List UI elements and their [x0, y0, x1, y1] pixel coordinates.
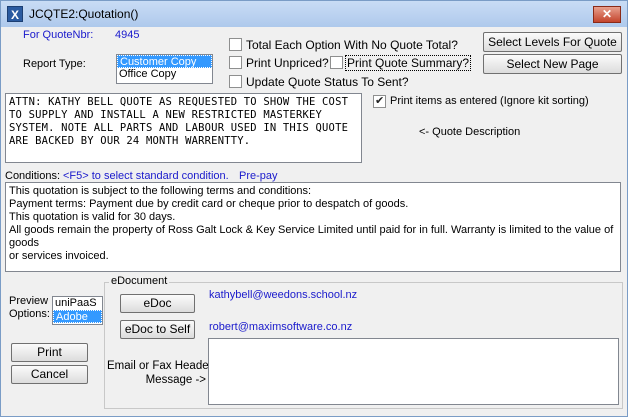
select-levels-button[interactable]: Select Levels For Quote [483, 32, 622, 52]
quotation-window: X JCQTE2:Quotation() ✕ For QuoteNbr: 494… [0, 0, 628, 417]
edoc-self-button[interactable]: eDoc to Self [120, 320, 195, 339]
conditions-hint: <F5> to select standard condition. [63, 170, 229, 182]
update-status-checkbox[interactable] [229, 75, 242, 88]
print-as-entered-label: Print items as entered (Ignore kit sorti… [390, 95, 589, 107]
report-type-option-office[interactable]: Office Copy [117, 68, 212, 81]
total-each-option-checkbox[interactable] [229, 38, 242, 51]
edoc-email-self: robert@maximsoftware.co.nz [209, 321, 353, 333]
print-button[interactable]: Print [11, 343, 88, 362]
window-title: JCQTE2:Quotation() [29, 7, 139, 21]
quote-description-field[interactable]: ATTN: KATHY BELL QUOTE AS REQUESTED TO S… [5, 93, 362, 163]
preview-option-adobe[interactable]: Adobe [53, 310, 102, 323]
preview-option-unipaas[interactable]: uniPaaS [53, 297, 102, 310]
edoc-button-label: eDoc [143, 296, 172, 310]
conditions-field[interactable]: This quotation is subject to the followi… [5, 182, 621, 272]
report-type-list[interactable]: Customer Copy Office Copy [116, 54, 213, 84]
conditions-label: Conditions: [5, 170, 61, 182]
print-unpriced-label: Print Unpriced? [246, 56, 329, 70]
select-page-button-label: Select New Page [506, 57, 599, 71]
cancel-button-label: Cancel [30, 367, 69, 381]
quote-number-label: For QuoteNbr: [23, 29, 94, 41]
update-status-label: Update Quote Status To Sent? [246, 75, 409, 89]
print-as-entered-checkbox[interactable] [373, 94, 386, 108]
report-type-label: Report Type: [23, 58, 86, 70]
edoc-self-button-label: eDoc to Self [124, 322, 191, 336]
edoc-email-to: kathybell@weedons.school.nz [209, 289, 358, 301]
close-button[interactable]: ✕ [593, 6, 621, 23]
quote-description-hint: <- Quote Description [419, 126, 521, 138]
report-type-option-customer[interactable]: Customer Copy [117, 55, 212, 68]
preview-options-list[interactable]: uniPaaS Adobe [52, 296, 103, 325]
print-unpriced-checkbox[interactable] [229, 56, 242, 69]
edoc-button[interactable]: eDoc [120, 294, 195, 313]
quote-number-value: 4945 [115, 29, 140, 41]
title-bar[interactable]: X JCQTE2:Quotation() ✕ [1, 1, 627, 27]
edocument-group-label: eDocument [109, 275, 170, 287]
select-levels-button-label: Select Levels For Quote [488, 35, 617, 49]
print-quote-summary-checkbox[interactable] [330, 56, 343, 69]
preview-options-label: Preview Options: [9, 295, 50, 320]
total-each-option-label: Total Each Option With No Quote Total? [246, 38, 458, 52]
email-message-field[interactable] [208, 338, 619, 405]
email-message-label: Email or Fax Header Message -> [107, 360, 213, 386]
print-quote-summary-label: Print Quote Summary? [345, 55, 472, 71]
print-button-label: Print [37, 345, 62, 359]
app-icon: X [7, 6, 23, 22]
select-page-button[interactable]: Select New Page [483, 54, 622, 74]
cancel-button[interactable]: Cancel [11, 365, 88, 384]
conditions-code: Pre-pay [239, 170, 278, 182]
